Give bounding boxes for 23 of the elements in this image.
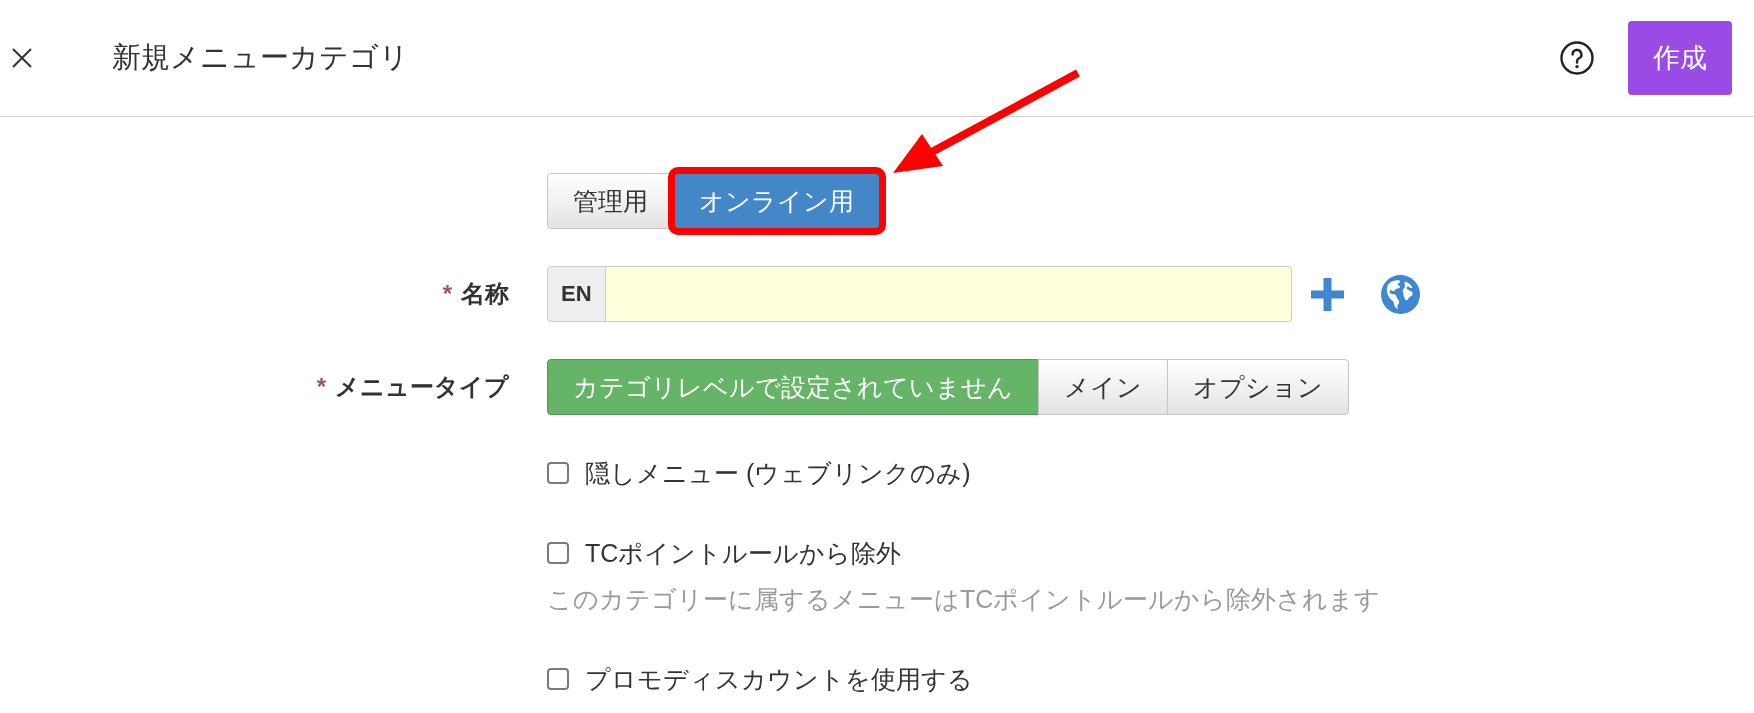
hint-text: このカテゴリーに属するメニューはTCポイントルールから除外されます <box>547 584 1381 615</box>
option-button[interactable]: オプション <box>1167 359 1349 415</box>
checkbox[interactable] <box>547 462 569 484</box>
close-icon <box>12 48 32 68</box>
option-button[interactable]: メイン <box>1038 359 1168 415</box>
help-icon[interactable] <box>1560 41 1594 75</box>
globe-icon[interactable] <box>1380 274 1420 314</box>
field-label: 名称 <box>461 280 509 307</box>
checkbox-label: 隠しメニュー (ウェブリンクのみ) <box>585 457 971 489</box>
checkbox-label: プロモディスカウントを使用する <box>585 663 973 695</box>
close-button[interactable] <box>12 48 32 68</box>
checkbox-label: TCポイントルールから除外 <box>585 537 902 569</box>
dialog-title: 新規メニューカテゴリ <box>112 40 409 75</box>
language-label: EN <box>547 266 606 322</box>
required-mark: * <box>442 280 452 307</box>
name-input-field[interactable] <box>605 266 1292 322</box>
field-label: メニュータイプ <box>335 373 509 400</box>
tab[interactable]: オンライン用 <box>673 173 880 229</box>
checkbox[interactable] <box>547 668 569 690</box>
create-button[interactable]: 作成 <box>1628 21 1732 95</box>
required-mark: * <box>316 373 326 400</box>
plus-icon[interactable] <box>1310 277 1344 311</box>
checkbox[interactable] <box>547 542 569 564</box>
